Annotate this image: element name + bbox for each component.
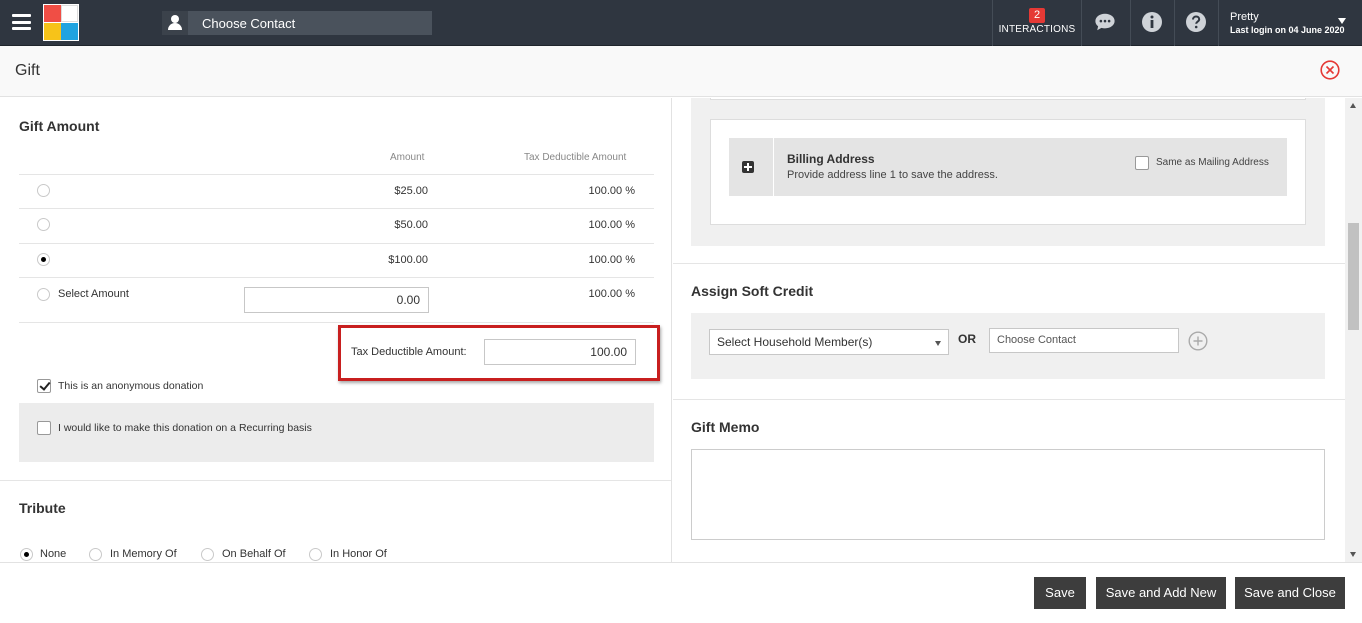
- anonymous-checkbox[interactable]: [37, 379, 51, 393]
- amount-radio-50[interactable]: [37, 218, 50, 231]
- amount-column-header: Amount: [390, 152, 425, 163]
- tribute-option-label: None: [40, 548, 67, 560]
- top-bar: Choose Contact 2 INTERACTIONS Pretty Las…: [0, 0, 1362, 46]
- scroll-thumb[interactable]: [1348, 223, 1359, 330]
- household-member-select[interactable]: Select Household Member(s): [709, 329, 949, 355]
- gift-amount-title: Gift Amount: [19, 118, 100, 134]
- interactions-button[interactable]: 2 INTERACTIONS: [993, 0, 1081, 46]
- select-amount-label: Select Amount: [58, 288, 129, 300]
- amount-radio-100[interactable]: [37, 253, 50, 266]
- app-logo[interactable]: [43, 4, 79, 41]
- gift-memo-title: Gift Memo: [691, 419, 760, 435]
- billing-address-title: Billing Address: [787, 152, 875, 166]
- tax-value: 100.00 %: [588, 219, 635, 231]
- or-label: OR: [958, 332, 976, 346]
- page-title: Gift: [15, 62, 40, 79]
- close-icon[interactable]: [1320, 60, 1340, 80]
- left-panel: Gift Amount Amount Tax Deductible Amount…: [0, 98, 672, 562]
- save-button[interactable]: Save: [1034, 577, 1086, 609]
- mailing-address-card: [710, 98, 1306, 100]
- scrollbar[interactable]: [1345, 98, 1362, 562]
- select-amount-tax: 100.00 %: [588, 288, 635, 300]
- same-as-mailing-label: Same as Mailing Address: [1156, 157, 1269, 168]
- billing-address-card: Billing Address Provide address line 1 t…: [710, 119, 1306, 225]
- tribute-radio-honor[interactable]: [309, 548, 322, 561]
- amount-value: $25.00: [394, 185, 428, 197]
- chevron-down-icon: [935, 341, 941, 346]
- chat-icon[interactable]: [1094, 11, 1116, 33]
- tribute-option-label: On Behalf Of: [222, 548, 286, 560]
- last-login: Last login on 04 June 2020: [1230, 25, 1345, 35]
- scroll-down-icon[interactable]: [1350, 552, 1356, 557]
- help-icon[interactable]: [1185, 11, 1207, 33]
- household-member-select-value: Select Household Member(s): [717, 335, 873, 349]
- anonymous-label: This is an anonymous donation: [58, 380, 204, 392]
- highlight-box: [338, 325, 660, 381]
- save-and-add-new-button[interactable]: Save and Add New: [1096, 577, 1226, 609]
- tribute-radio-none[interactable]: [20, 548, 33, 561]
- soft-credit-section: Select Household Member(s) OR Choose Con…: [691, 313, 1325, 379]
- tribute-option-label: In Honor Of: [330, 548, 387, 560]
- tribute-option-label: In Memory Of: [110, 548, 177, 560]
- amount-radio-25[interactable]: [37, 184, 50, 197]
- add-circle-icon[interactable]: [1188, 331, 1208, 351]
- recurring-section: I would like to make this donation on a …: [19, 403, 654, 462]
- billing-address-subtitle: Provide address line 1 to save the addre…: [787, 169, 998, 181]
- select-amount-radio[interactable]: [37, 288, 50, 301]
- tax-column-header: Tax Deductible Amount: [524, 152, 627, 163]
- tribute-radio-memory[interactable]: [89, 548, 102, 561]
- gift-memo-textarea[interactable]: [691, 449, 1325, 540]
- select-amount-input[interactable]: 0.00: [244, 287, 429, 313]
- tax-value: 100.00 %: [588, 254, 635, 266]
- recurring-checkbox[interactable]: [37, 421, 51, 435]
- gift-header: Gift: [0, 46, 1362, 97]
- info-icon[interactable]: [1141, 11, 1163, 33]
- interactions-label: INTERACTIONS: [998, 24, 1076, 35]
- menu-icon[interactable]: [12, 14, 31, 30]
- choose-contact-search[interactable]: Choose Contact: [162, 11, 432, 35]
- user-name: Pretty: [1230, 11, 1259, 23]
- plus-square-icon: [742, 161, 754, 173]
- save-and-close-button[interactable]: Save and Close: [1235, 577, 1345, 609]
- user-menu[interactable]: Pretty Last login on 04 June 2020: [1230, 11, 1345, 35]
- interactions-badge: 2: [1029, 8, 1045, 23]
- tax-value: 100.00 %: [588, 185, 635, 197]
- tribute-title: Tribute: [19, 500, 66, 516]
- billing-address-bar: Billing Address Provide address line 1 t…: [729, 138, 1287, 196]
- same-as-mailing-checkbox[interactable]: [1135, 156, 1149, 170]
- choose-contact-text: Choose Contact: [202, 16, 296, 31]
- amount-value: $50.00: [394, 219, 428, 231]
- chevron-down-icon[interactable]: [1338, 18, 1346, 24]
- user-icon: [162, 11, 188, 35]
- expand-billing-button[interactable]: [729, 138, 774, 196]
- tribute-radio-behalf[interactable]: [201, 548, 214, 561]
- right-panel: Billing Address Provide address line 1 t…: [673, 98, 1345, 562]
- soft-credit-contact-input[interactable]: Choose Contact: [989, 328, 1179, 353]
- footer: Save Save and Add New Save and Close: [0, 562, 1362, 623]
- soft-credit-title: Assign Soft Credit: [691, 283, 814, 299]
- recurring-label: I would like to make this donation on a …: [58, 422, 312, 434]
- amount-value: $100.00: [388, 254, 428, 266]
- scroll-up-icon[interactable]: [1350, 103, 1356, 108]
